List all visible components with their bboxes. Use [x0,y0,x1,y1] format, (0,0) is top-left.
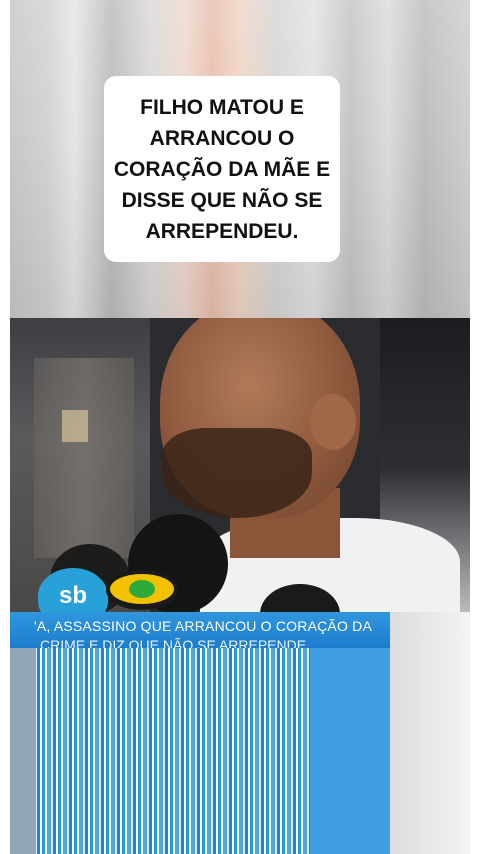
news-ticker: 'A, ASSASSINO QUE ARRANCOU O CORAÇÃO DA … [10,612,390,648]
sbt-mic-logo: sb [38,568,108,618]
person-ear [310,394,356,450]
sbt-mic-label: sb [58,582,87,609]
band-logo-center [129,580,155,598]
background-right-strip [390,612,470,854]
stretched-solid-block [310,648,390,854]
caption-box: FILHO MATOU E ARRANCOU O CORAÇÃO DA MÃE … [104,76,340,262]
caption-text: FILHO MATOU E ARRANCOU O CORAÇÃO DA MÃE … [113,95,331,243]
background-door [34,358,134,558]
band-logo-icon [110,574,174,604]
video-frame[interactable]: sb [10,318,470,618]
person-beard [162,428,312,518]
ticker-headline: 'A, ASSASSINO QUE ARRANCOU O CORAÇÃO DA [34,618,372,634]
stretched-left-edge [10,648,36,854]
video-screen: FILHO MATOU E ARRANCOU O CORAÇÃO DA MÃE … [0,0,480,854]
background-light [62,410,88,442]
ticker-subline: CRIME E DIZ QUE NÃO SE ARREPENDE [40,637,307,648]
